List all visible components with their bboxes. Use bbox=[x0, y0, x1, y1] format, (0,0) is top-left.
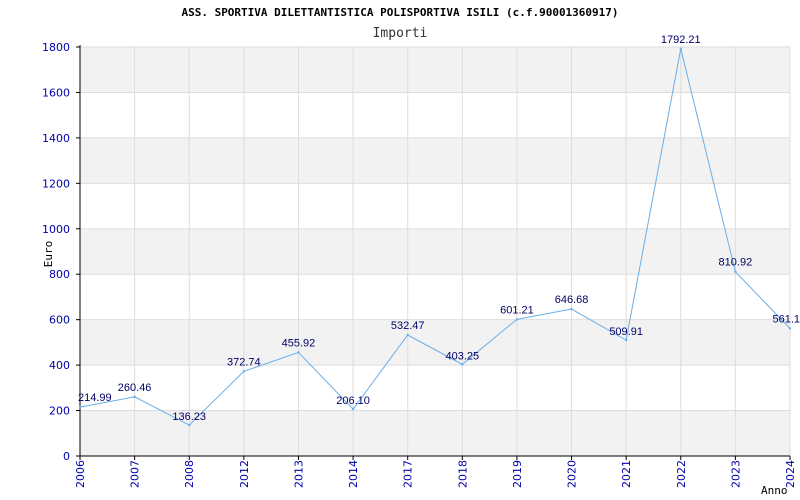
x-tick-label: 2008 bbox=[183, 460, 196, 488]
data-point bbox=[133, 395, 136, 399]
y-tick-label: 1400 bbox=[42, 132, 70, 145]
chart-subtitle: Importi bbox=[373, 26, 428, 41]
y-tick-label: 1200 bbox=[42, 177, 70, 190]
y-tick-label: 600 bbox=[49, 314, 70, 327]
data-point bbox=[679, 47, 682, 50]
data-label: 372.74 bbox=[227, 356, 261, 368]
grid-band bbox=[80, 137, 790, 184]
data-label: 136.23 bbox=[172, 411, 206, 423]
y-axis-label: Euro bbox=[42, 241, 55, 268]
data-point bbox=[406, 333, 409, 337]
data-label: 810.92 bbox=[719, 257, 753, 269]
x-tick-label: 2021 bbox=[620, 460, 633, 488]
y-tick-label: 0 bbox=[63, 450, 70, 463]
data-point bbox=[78, 405, 82, 409]
data-point bbox=[351, 407, 355, 411]
y-tick-label: 200 bbox=[49, 405, 70, 418]
data-point bbox=[461, 363, 464, 366]
data-point bbox=[242, 370, 246, 373]
data-label: 532.47 bbox=[391, 320, 425, 332]
grid-band bbox=[80, 228, 790, 275]
x-tick-label: 2012 bbox=[238, 460, 251, 488]
x-tick-label: 2020 bbox=[566, 460, 579, 488]
chart: 0 200 400 600 800 1000 1200 1400 1600 1800 2006 200… bbox=[42, 6, 800, 497]
data-label: 509.91 bbox=[609, 326, 643, 338]
data-label: 260.46 bbox=[118, 382, 152, 394]
data-point bbox=[515, 318, 519, 321]
data-label: 646.68 bbox=[555, 294, 589, 306]
y-tick-label: 1600 bbox=[42, 86, 70, 99]
y-tick-label: 1000 bbox=[42, 223, 70, 236]
data-point bbox=[297, 351, 300, 354]
chart-title: ASS. SPORTIVA DILETTANTISTICA POLISPORTI… bbox=[181, 6, 618, 19]
data-point bbox=[734, 270, 737, 273]
background-bands bbox=[80, 47, 790, 456]
data-label: 403.25 bbox=[445, 350, 479, 362]
y-tick-label: 400 bbox=[49, 359, 70, 372]
x-tick-label: 2014 bbox=[347, 460, 360, 488]
x-tick-label: 2019 bbox=[511, 460, 524, 488]
data-label: 601.21 bbox=[500, 304, 534, 316]
data-label: 206.10 bbox=[336, 395, 370, 407]
data-label: 455.92 bbox=[282, 337, 316, 349]
x-tick-label: 2022 bbox=[675, 460, 688, 488]
x-tick-label: 2007 bbox=[129, 460, 142, 488]
data-point bbox=[788, 327, 792, 330]
x-tick-label: 2006 bbox=[74, 460, 87, 488]
grid-band bbox=[80, 319, 790, 366]
x-axis-label: Anno bbox=[761, 484, 788, 497]
data-label: 561.1 bbox=[772, 314, 800, 326]
y-tick-label: 1800 bbox=[42, 41, 70, 54]
data-label: 214.99 bbox=[78, 392, 112, 404]
x-tick-label: 2018 bbox=[456, 460, 469, 488]
y-tick-label: 800 bbox=[49, 268, 70, 281]
data-point bbox=[570, 307, 573, 311]
x-tick-label: 2023 bbox=[729, 460, 742, 488]
data-point bbox=[188, 423, 191, 427]
grid-band bbox=[80, 47, 790, 93]
x-tick-label: 2013 bbox=[292, 460, 305, 488]
data-label: 1792.21 bbox=[661, 34, 701, 46]
x-tick-label: 2017 bbox=[402, 460, 415, 488]
data-point bbox=[624, 338, 628, 342]
